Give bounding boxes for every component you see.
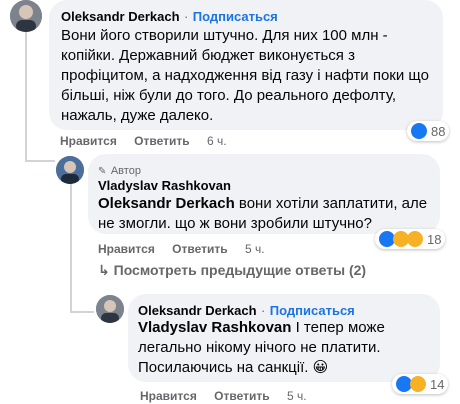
comment-bubble: Oleksandr Derkach · Подписаться Vladysla… <box>128 294 440 382</box>
author-badge: ✎ Автор <box>98 161 141 179</box>
reaction-count: 18 <box>427 231 442 247</box>
comment-bubble: ✎ Автор Vladyslav Rashkovan Oleksandr De… <box>88 154 440 234</box>
author-name[interactable]: Oleksandr Derkach <box>138 303 257 318</box>
author-badge-label: Автор <box>110 165 141 177</box>
thread-line <box>70 273 72 313</box>
like-button[interactable]: Нравится <box>60 134 117 148</box>
previous-replies-link[interactable]: ↳ Посмотреть предыдущие ответы (2) <box>98 262 366 279</box>
subscribe-button[interactable]: Подписаться <box>193 9 278 24</box>
like-button[interactable]: Нравится <box>98 242 155 256</box>
comment-text: Вони його створили штучно. Для них 100 м… <box>61 27 429 124</box>
author-name[interactable]: Oleksandr Derkach <box>61 9 180 24</box>
haha-reaction-icon <box>410 376 426 392</box>
reply-arrow-icon: ↳ <box>98 262 110 278</box>
reply-button[interactable]: Ответить <box>172 242 227 256</box>
wow-reaction-icon <box>407 231 423 247</box>
separator: · <box>183 9 189 24</box>
author-badge-icon: ✎ <box>98 166 107 177</box>
timestamp[interactable]: 6 ч. <box>207 134 227 148</box>
reaction-count: 14 <box>430 376 445 392</box>
reply-button[interactable]: Ответить <box>134 134 189 148</box>
avatar[interactable] <box>96 295 124 323</box>
timestamp[interactable]: 5 ч. <box>245 242 265 256</box>
avatar[interactable] <box>56 156 84 184</box>
comment-header: Oleksandr Derkach · Подписаться <box>61 8 278 26</box>
separator: · <box>260 303 266 318</box>
timestamp[interactable]: 5 ч. <box>287 389 307 403</box>
comment-text: Oleksandr Derkach вони хотіли заплатити,… <box>98 194 433 234</box>
mention-link[interactable]: Oleksandr Derkach <box>98 195 235 212</box>
reactions-badge[interactable]: 14 <box>392 374 449 394</box>
thread-line <box>25 160 55 162</box>
thread-line <box>70 311 94 313</box>
comment-bubble: Oleksandr Derkach · Подписаться Вони йог… <box>49 0 443 130</box>
comment-actions: Нравится Ответить 5 ч. <box>140 389 321 403</box>
comment-actions: Нравится Ответить 5 ч. <box>98 242 279 256</box>
author-name[interactable]: Vladyslav Rashkovan <box>98 178 231 193</box>
thread-line <box>25 32 27 162</box>
mention-link[interactable]: Vladyslav Rashkovan <box>138 319 291 336</box>
reply-button[interactable]: Ответить <box>214 389 269 403</box>
thread-line <box>70 178 72 273</box>
like-button[interactable]: Нравится <box>140 389 197 403</box>
comment-actions: Нравится Ответить 6 ч. <box>60 134 241 148</box>
like-reaction-icon <box>411 123 427 139</box>
reaction-count: 88 <box>431 123 446 139</box>
reactions-badge[interactable]: 88 <box>407 121 450 141</box>
reactions-badge[interactable]: 18 <box>375 229 446 249</box>
subscribe-button[interactable]: Подписаться <box>270 303 355 318</box>
previous-replies-label: Посмотреть предыдущие ответы (2) <box>113 262 367 278</box>
comment-text: Vladyslav Rashkovan І тепер може легальн… <box>138 318 438 378</box>
avatar[interactable] <box>10 0 42 32</box>
